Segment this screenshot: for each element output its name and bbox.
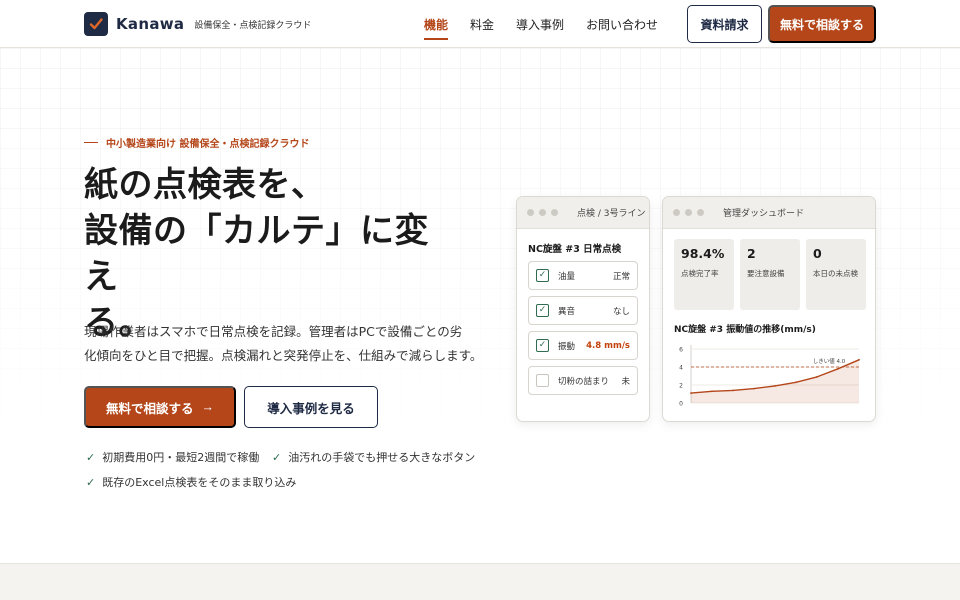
window-titlebar: 点検 / 3号ライン: [517, 197, 649, 229]
site-header: Kanawa 設備保全・点検記録クラウド 機能 料金 導入事例 お問い合わせ 資…: [0, 0, 960, 48]
case-studies-button[interactable]: 導入事例を見る: [244, 386, 378, 428]
chart-threshold-label: しきい値 4.0: [813, 357, 846, 365]
chart-data-point: [795, 381, 797, 384]
window-titlebar: 管理ダッシュボード: [663, 197, 875, 229]
logo[interactable]: Kanawa 設備保全・点検記録クラウド: [84, 12, 311, 36]
eyebrow-text: 中小製造業向け 設備保全・点検記録クラウド: [106, 139, 310, 150]
inspection-card: 点検 / 3号ライン NC旋盤 #3 日常点検 ✓ 油量 正常 ✓ 異音 なし …: [516, 196, 650, 422]
chart-data-point: [690, 392, 692, 394]
hero-desc-line-1: 現場作業者はスマホで日常点検を記録。管理者はPCで設備ごとの劣: [84, 324, 463, 339]
window-dot-icon: [539, 209, 546, 216]
hero-consult-label: 無料で相談する: [105, 401, 194, 416]
chart-data-point: [732, 389, 734, 392]
check-icon: ✓: [272, 450, 282, 464]
window-title: 点検 / 3号ライン: [577, 209, 646, 219]
feature-item: ✓ 既存のExcel点検表をそのまま取り込み: [86, 474, 296, 490]
next-section-band: [0, 563, 960, 600]
hero-desc-line-2: 化傾向をひと目で把握。点検漏れと突発停止を、仕組みで減らします。: [84, 348, 483, 363]
chart-data-point: [711, 390, 713, 393]
checklist-item[interactable]: 切粉の詰まり 未: [528, 366, 638, 395]
checkbox-checked-icon[interactable]: ✓: [536, 339, 549, 352]
vibration-chart: 0 2 4 6 しきい値 4.0: [679, 345, 860, 408]
hero-description: 現場作業者はスマホで日常点検を記録。管理者はPCで設備ごとの劣 化傾向をひと目で…: [84, 320, 494, 368]
nav-item-case-studies[interactable]: 導入事例: [516, 0, 564, 48]
inspection-heading: NC旋盤 #3 日常点検: [528, 244, 622, 255]
hero-title-line-1: 紙の点検表を、: [84, 165, 326, 205]
checklist-label: 振動: [558, 341, 576, 352]
chart-y-tick-label: 6: [679, 347, 683, 354]
checklist-value: 正常: [612, 271, 630, 282]
stat-label: 点検完了率: [681, 269, 719, 278]
chart-title: NC旋盤 #3 振動値の推移(mm/s): [674, 325, 816, 335]
chart-y-tick-label: 2: [679, 383, 683, 390]
chart-data-point: [858, 358, 860, 361]
feature-text: 油汚れの手袋でも押せる大きなボタン: [288, 451, 476, 464]
checklist-value: 未: [621, 376, 630, 387]
checklist-item[interactable]: ✓ 油量 正常: [528, 261, 638, 290]
stat-label: 本日の未点検: [813, 269, 858, 278]
stat-value: 2: [747, 246, 756, 261]
eyebrow-dash: [84, 141, 98, 144]
chart-data-point: [816, 376, 818, 378]
logo-check-icon: [84, 12, 108, 36]
stat-label: 要注意設備: [747, 269, 785, 278]
feature-text: 初期費用0円・最短2週間で稼働: [102, 451, 260, 464]
stat-tile: 98.4% 点検完了率: [674, 239, 734, 310]
brand-name: Kanawa: [116, 15, 185, 33]
arrow-right-icon: →: [201, 400, 215, 414]
window-dot-icon: [551, 209, 558, 216]
feature-item: ✓ 初期費用0円・最短2週間で稼働: [86, 449, 259, 465]
window-dot-icon: [697, 209, 704, 216]
hero-title: 紙の点検表を、 設備の「カルテ」に変え る。: [84, 162, 454, 346]
stat-value: 0: [813, 246, 822, 261]
nav-item-features[interactable]: 機能: [424, 0, 449, 48]
checklist-value-warning: 4.8 mm/s: [586, 340, 630, 351]
check-icon: ✓: [86, 450, 96, 464]
feature-text: 既存のExcel点検表をそのまま取り込み: [102, 476, 297, 489]
checklist-label: 油量: [558, 271, 576, 282]
window-dot-icon: [673, 209, 680, 216]
checklist-label: 異音: [558, 306, 576, 317]
header-consult-button[interactable]: 無料で相談する: [768, 5, 876, 43]
chart-data-point: [837, 367, 839, 370]
brand-tagline: 設備保全・点検記録クラウド: [194, 20, 312, 31]
chart-y-tick-label: 0: [679, 401, 683, 408]
check-icon: ✓: [86, 475, 96, 489]
checklist-label: 切粉の詰まり: [558, 376, 610, 387]
request-docs-button[interactable]: 資料請求: [687, 5, 762, 43]
nav-item-contact[interactable]: お問い合わせ: [586, 0, 658, 48]
checklist-item[interactable]: ✓ 異音 なし: [528, 296, 638, 325]
checkbox-checked-icon[interactable]: ✓: [536, 269, 549, 282]
main-nav: 機能 料金 導入事例 お問い合わせ: [424, 0, 680, 48]
checkbox-checked-icon[interactable]: ✓: [536, 304, 549, 317]
chart-data-point: [774, 385, 776, 387]
hero-consult-button[interactable]: 無料で相談する →: [84, 386, 236, 428]
stats-row: 98.4% 点検完了率 2 要注意設備 0 本日の未点検: [674, 239, 875, 310]
nav-item-pricing[interactable]: 料金: [470, 0, 494, 48]
window-dot-icon: [685, 209, 692, 216]
stat-value: 98.4%: [681, 246, 725, 261]
chart-area-fill: [691, 359, 859, 403]
window-title: 管理ダッシュボード: [723, 209, 805, 219]
window-dot-icon: [527, 209, 534, 216]
dashboard-card: 管理ダッシュボード 98.4% 点検完了率 2 要注意設備 0 本日の未点検 N…: [662, 196, 876, 422]
hero-title-line-2: 設備の「カルテ」に変え: [84, 211, 429, 297]
chart-y-tick-label: 4: [679, 365, 683, 372]
checklist-item[interactable]: ✓ 振動 4.8 mm/s: [528, 331, 638, 360]
chart-data-point: [753, 387, 755, 390]
feature-item: ✓ 油汚れの手袋でも押せる大きなボタン: [272, 449, 475, 465]
stat-tile: 2 要注意設備: [740, 239, 800, 310]
stat-tile: 0 本日の未点検: [806, 239, 866, 310]
checkbox-empty-icon[interactable]: [536, 374, 549, 387]
checklist-value: なし: [612, 306, 630, 317]
hero-eyebrow: 中小製造業向け 設備保全・点検記録クラウド: [84, 135, 309, 150]
